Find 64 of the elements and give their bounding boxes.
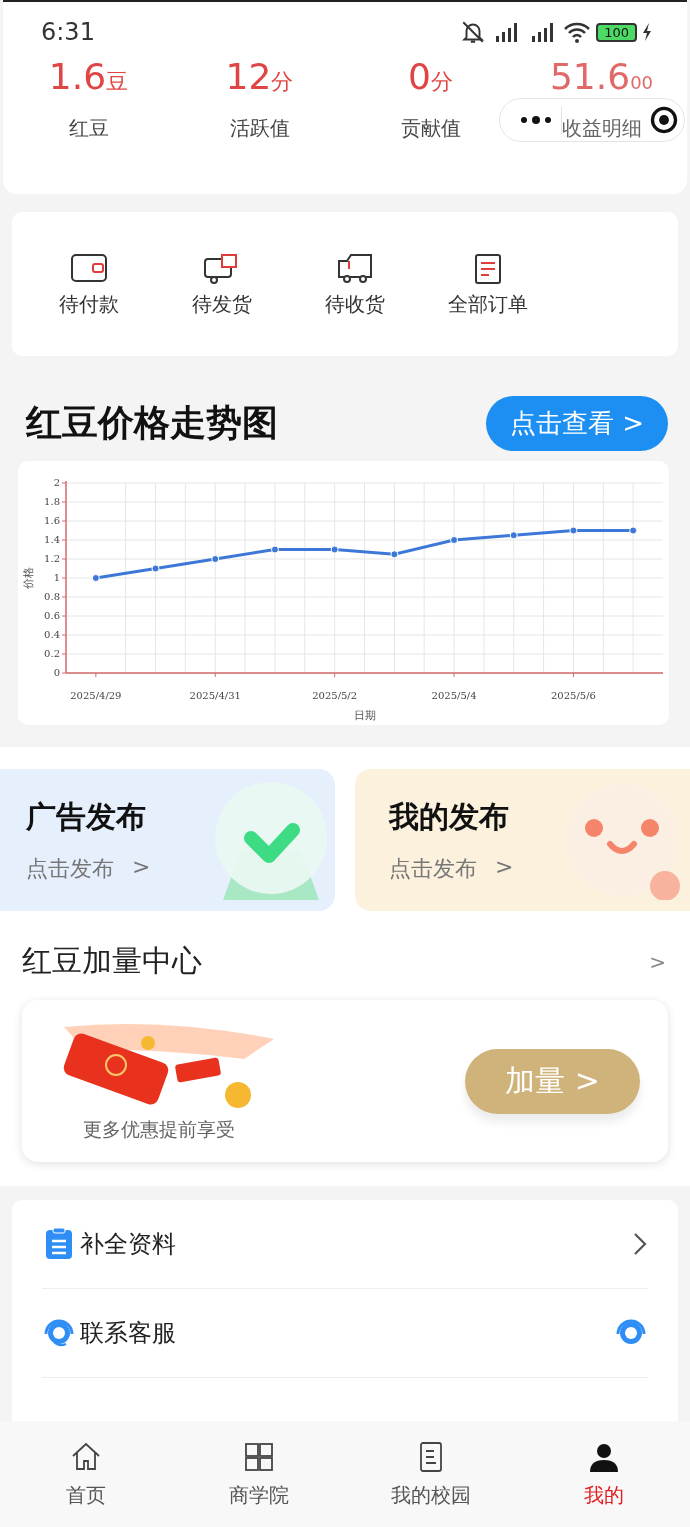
data-point xyxy=(91,574,100,582)
data-point xyxy=(211,555,220,563)
order-shortcut[interactable]: 待收货 xyxy=(288,250,421,318)
order-shortcut[interactable]: 待发货 xyxy=(155,250,288,318)
x-tick-label: 2025/4/29 xyxy=(70,690,122,701)
data-point xyxy=(629,526,638,535)
y-tick-label: 2 xyxy=(53,477,60,488)
order-shortcut[interactable]: 待付款 xyxy=(22,250,155,318)
y-tick-label: 1.6 xyxy=(44,515,60,526)
data-point xyxy=(151,564,160,573)
clock-time: 6:31 xyxy=(41,18,95,46)
stat-value: 0分 xyxy=(408,56,453,97)
y-tick-label: 0 xyxy=(53,667,60,678)
section-title: 红豆加量中心 xyxy=(22,942,202,980)
stat-label: 活跃值 xyxy=(229,115,290,142)
y-tick-label: 1 xyxy=(53,572,60,583)
x-tick-label: 2025/5/2 xyxy=(312,690,358,701)
chevron-right-icon xyxy=(632,1231,648,1257)
data-point xyxy=(330,545,339,554)
tab-item[interactable]: 我的 xyxy=(517,1421,690,1527)
y-tick-label: 0.6 xyxy=(44,610,60,621)
stat-value: 51.600 xyxy=(549,56,654,97)
y-tick-label: 1.4 xyxy=(44,534,60,545)
y-tick-label: 0.4 xyxy=(44,629,60,640)
y-tick-label: 0.8 xyxy=(44,591,60,602)
stat-value: 1.6豆 xyxy=(48,56,129,97)
data-point xyxy=(450,536,459,544)
y-tick-label: 1.2 xyxy=(44,553,60,564)
promo-card[interactable]: 广告发布 点击发布 > xyxy=(0,769,335,911)
promo-card[interactable]: 我的发布 点击发布 > xyxy=(355,769,690,911)
menu-item[interactable]: 联系客服 xyxy=(42,1289,648,1378)
charging-icon xyxy=(641,22,653,42)
bell-muted-icon xyxy=(460,19,487,45)
x-tick-label: 2025/4/31 xyxy=(189,690,241,701)
tab-item[interactable]: 商学院 xyxy=(172,1421,345,1527)
data-point xyxy=(270,545,279,554)
y-tick-label: 1.8 xyxy=(44,496,60,507)
stat-label: 贡献值 xyxy=(400,115,461,142)
data-point xyxy=(509,531,518,540)
y-axis-title: 价格 xyxy=(22,567,35,589)
chevron-glyph: > xyxy=(132,853,151,881)
x-tick-label: 2025/5/6 xyxy=(551,690,596,701)
stat-label: 收益明细 xyxy=(561,115,642,142)
x-axis-title: 日期 xyxy=(353,709,376,722)
stat-label: 红豆 xyxy=(68,115,109,142)
data-point xyxy=(569,526,578,535)
x-tick-label: 2025/5/4 xyxy=(431,690,477,701)
promo-subtitle: 点击发布 xyxy=(26,854,114,883)
menu-item[interactable]: 补全资料 xyxy=(42,1200,648,1289)
promo-title: 广告发布 xyxy=(26,797,147,836)
battery-level: 100 xyxy=(596,22,637,42)
boost-caption: 更多优惠提前享受 xyxy=(83,1117,235,1142)
order-shortcut[interactable]: 全部订单 xyxy=(421,250,554,318)
chevron-glyph: > xyxy=(495,853,514,881)
promo-subtitle: 点击发布 xyxy=(389,854,477,883)
section-title: 红豆价格走势图 xyxy=(26,401,278,445)
promo-title: 我的发布 xyxy=(389,797,510,836)
close-target-icon[interactable] xyxy=(650,106,678,134)
stat-value: 12分 xyxy=(225,56,294,97)
tab-item[interactable]: 首页 xyxy=(0,1421,173,1527)
more-link[interactable]: > xyxy=(649,949,666,974)
y-tick-label: 0.2 xyxy=(44,648,60,659)
data-point xyxy=(390,550,399,559)
tab-item[interactable]: 我的校园 xyxy=(345,1421,518,1527)
